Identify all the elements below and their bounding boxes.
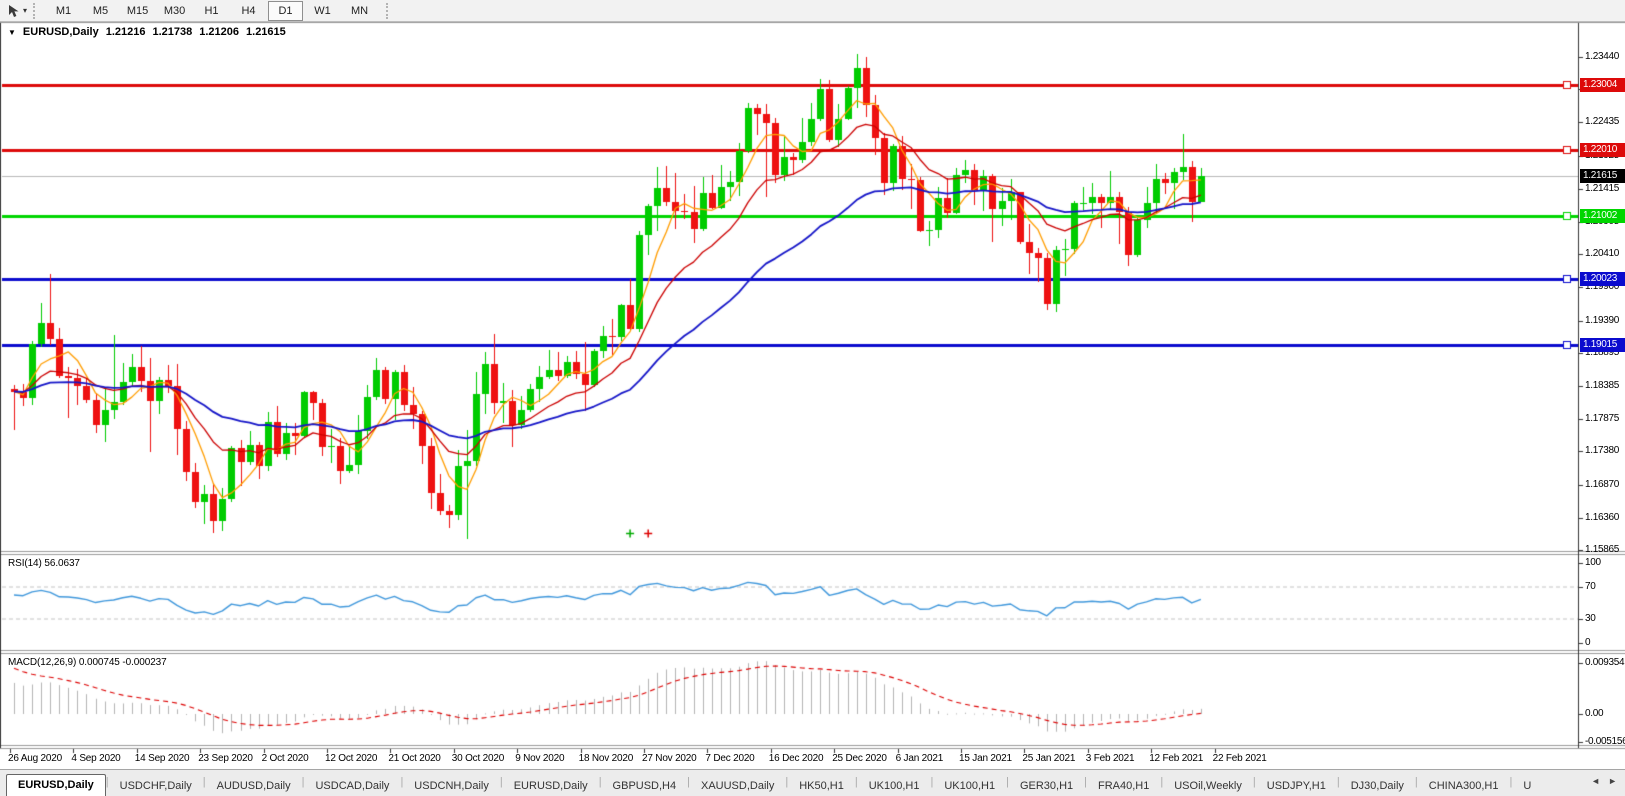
chart-tab-xauusd-daily[interactable]: XAUUSD,Daily	[690, 777, 785, 796]
price-axis-label: 1.21415	[1585, 183, 1619, 194]
date-label: 25 Jan 2021	[1022, 753, 1075, 764]
chart-tab-fra40-h1[interactable]: FRA40,H1	[1087, 777, 1160, 796]
timeframe-button-d1[interactable]: D1	[268, 1, 303, 21]
date-label: 7 Dec 2020	[705, 753, 754, 764]
chart-tab-audusd-daily[interactable]: AUDUSD,Daily	[206, 777, 302, 796]
date-label: 25 Dec 2020	[832, 753, 887, 764]
chart-symbol-label: EURUSD,Daily	[23, 26, 99, 38]
toolbar: ▾ M1M5M15M30H1H4D1W1MN	[0, 0, 1625, 22]
chart-tab-eurusd-daily[interactable]: EURUSD,Daily	[6, 774, 106, 796]
date-label: 23 Sep 2020	[198, 753, 253, 764]
price-axis-label: 1.16360	[1585, 512, 1619, 523]
date-label: 22 Feb 2021	[1213, 753, 1267, 764]
macd-label: MACD(12,26,9) 0.000745 -0.000237	[8, 657, 167, 668]
chart-tab-uk100-h1[interactable]: UK100,H1	[933, 777, 1006, 796]
date-label: 2 Oct 2020	[262, 753, 309, 764]
date-label: 6 Jan 2021	[896, 753, 944, 764]
timeframe-button-h1[interactable]: H1	[194, 1, 229, 21]
hline-price-tag[interactable]: 1.21002	[1580, 209, 1625, 223]
hline-price-tag[interactable]: 1.20023	[1580, 272, 1625, 286]
toolbar-grip	[33, 3, 39, 19]
chart-tab-usdjpy-h1[interactable]: USDJPY,H1	[1256, 777, 1337, 796]
price-axis-label: 1.17380	[1585, 445, 1619, 456]
timeframe-button-mn[interactable]: MN	[342, 1, 377, 21]
hline-price-tag[interactable]: 1.22010	[1580, 143, 1625, 157]
chart-tab-ger30-h1[interactable]: GER30,H1	[1009, 777, 1084, 796]
tool-dropdown-caret-icon[interactable]: ▾	[23, 6, 27, 15]
hline-price-tag[interactable]: 1.23004	[1580, 78, 1625, 92]
macd-axis-label: -0.005156	[1585, 736, 1625, 747]
date-label: 18 Nov 2020	[579, 753, 634, 764]
rsi-axis-label: 70	[1585, 581, 1596, 592]
date-label: 27 Nov 2020	[642, 753, 697, 764]
timeframe-button-m1[interactable]: M1	[46, 1, 81, 21]
date-label: 30 Oct 2020	[452, 753, 504, 764]
chart-tab-usoil-weekly[interactable]: USOil,Weekly	[1163, 777, 1253, 796]
price-axis-label: 1.23440	[1585, 51, 1619, 62]
chart-open-value: 1.21216	[106, 26, 146, 38]
timeframe-button-w1[interactable]: W1	[305, 1, 340, 21]
price-axis-label: 1.22435	[1585, 116, 1619, 127]
hline-price-tag[interactable]: 1.19015	[1580, 338, 1625, 352]
macd-axis-label: 0.00	[1585, 708, 1603, 719]
date-label: 3 Feb 2021	[1086, 753, 1135, 764]
chart-title: ▼ EURUSD,Daily 1.21216 1.21738 1.21206 1…	[8, 26, 286, 38]
price-chart-canvas[interactable]	[0, 0, 1625, 796]
date-label: 26 Aug 2020	[8, 753, 62, 764]
date-label: 16 Dec 2020	[769, 753, 824, 764]
chart-tab-usdcnh-daily[interactable]: USDCNH,Daily	[403, 777, 500, 796]
chart-tab-china300-h1[interactable]: CHINA300,H1	[1418, 777, 1510, 796]
date-label: 12 Feb 2021	[1149, 753, 1203, 764]
chart-tabs-bar: EURUSD,Daily|USDCHF,Daily|AUDUSD,Daily|U…	[0, 769, 1625, 796]
date-label: 21 Oct 2020	[388, 753, 440, 764]
toolbar-grip-end	[386, 3, 392, 19]
cursor-tool-icon[interactable]	[4, 3, 22, 19]
price-axis-label: 1.16870	[1585, 479, 1619, 490]
macd-axis-label: 0.009354	[1585, 657, 1624, 668]
metatrader-window: ▾ M1M5M15M30H1H4D1W1MN ▼ EURUSD,Daily 1.…	[0, 0, 1625, 796]
timeframe-button-h4[interactable]: H4	[231, 1, 266, 21]
tab-scroll-left-icon[interactable]: ◄	[1591, 776, 1600, 786]
chart-tab-usdcad-daily[interactable]: USDCAD,Daily	[304, 777, 400, 796]
rsi-axis-label: 0	[1585, 637, 1590, 648]
chart-tab-hk50-h1[interactable]: HK50,H1	[788, 777, 855, 796]
chart-tab-u[interactable]: U	[1512, 777, 1542, 796]
chart-tab-usdchf-daily[interactable]: USDCHF,Daily	[109, 777, 203, 796]
timeframe-button-m30[interactable]: M30	[157, 1, 192, 21]
date-label: 15 Jan 2021	[959, 753, 1012, 764]
date-label: 14 Sep 2020	[135, 753, 190, 764]
tab-scroll-right-icon[interactable]: ►	[1608, 776, 1617, 786]
price-axis-label: 1.19390	[1585, 315, 1619, 326]
date-label: 12 Oct 2020	[325, 753, 377, 764]
date-label: 4 Sep 2020	[71, 753, 120, 764]
chart-low-value: 1.21206	[199, 26, 239, 38]
timeframe-button-m15[interactable]: M15	[120, 1, 155, 21]
chart-tab-gbpusd-h4[interactable]: GBPUSD,H4	[602, 777, 688, 796]
chart-tab-eurusd-daily[interactable]: EURUSD,Daily	[503, 777, 599, 796]
rsi-axis-label: 30	[1585, 613, 1596, 624]
rsi-label: RSI(14) 56.0637	[8, 558, 80, 569]
price-axis-label: 1.18385	[1585, 380, 1619, 391]
date-label: 9 Nov 2020	[515, 753, 564, 764]
timeframe-button-group: M1M5M15M30H1H4D1W1MN	[45, 1, 378, 21]
timeframe-button-m5[interactable]: M5	[83, 1, 118, 21]
chart-close-value: 1.21615	[246, 26, 286, 38]
rsi-axis-label: 100	[1585, 557, 1601, 568]
current-price-tag: 1.21615	[1580, 169, 1625, 183]
symbol-dropdown-icon[interactable]: ▼	[8, 28, 16, 37]
price-axis-label: 1.17875	[1585, 413, 1619, 424]
chart-high-value: 1.21738	[152, 26, 192, 38]
chart-tab-uk100-h1[interactable]: UK100,H1	[858, 777, 931, 796]
chart-tab-dj30-daily[interactable]: DJ30,Daily	[1340, 777, 1415, 796]
tab-scrollers: ◄►	[1587, 776, 1625, 790]
price-axis-label: 1.15865	[1585, 544, 1619, 555]
price-axis-label: 1.20410	[1585, 248, 1619, 259]
